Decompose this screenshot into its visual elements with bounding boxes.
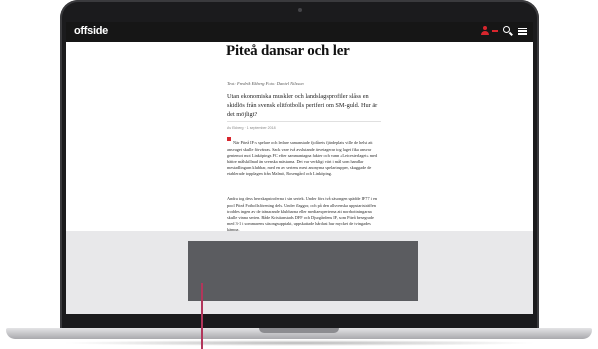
- menu-icon[interactable]: [518, 27, 527, 36]
- laptop-shadow: [60, 340, 538, 346]
- article-byline: Text: Fredrik Ekberg Foto: Daniel Nilsso…: [227, 81, 304, 86]
- camera-dot: [298, 8, 302, 12]
- site-logo[interactable]: offside: [74, 25, 108, 37]
- user-indicator: [492, 30, 498, 32]
- article-meta: Av Ekberg · 1 september 2018: [227, 126, 276, 130]
- article-divider: [227, 121, 381, 122]
- article-paragraph: Andra tog dess herrskapstroferna i sin s…: [227, 196, 377, 233]
- header-icons: [480, 25, 527, 37]
- laptop-base-notch: [259, 328, 339, 333]
- article-paragraph: När Piteå IF:s spelare och ledare samans…: [227, 140, 378, 177]
- user-icon[interactable]: [480, 25, 490, 37]
- laptop-screen: offside Piteå dansar och ler Text: Fredr…: [66, 22, 533, 314]
- article-lede: Utan ekonomiska muskler och landslagspro…: [227, 93, 378, 118]
- search-icon[interactable]: [503, 26, 513, 36]
- site-header: offside: [66, 22, 533, 42]
- callout-pointer-line: [201, 283, 203, 349]
- article-headline: Piteå dansar och ler: [226, 43, 350, 59]
- ad-placeholder[interactable]: [188, 241, 418, 301]
